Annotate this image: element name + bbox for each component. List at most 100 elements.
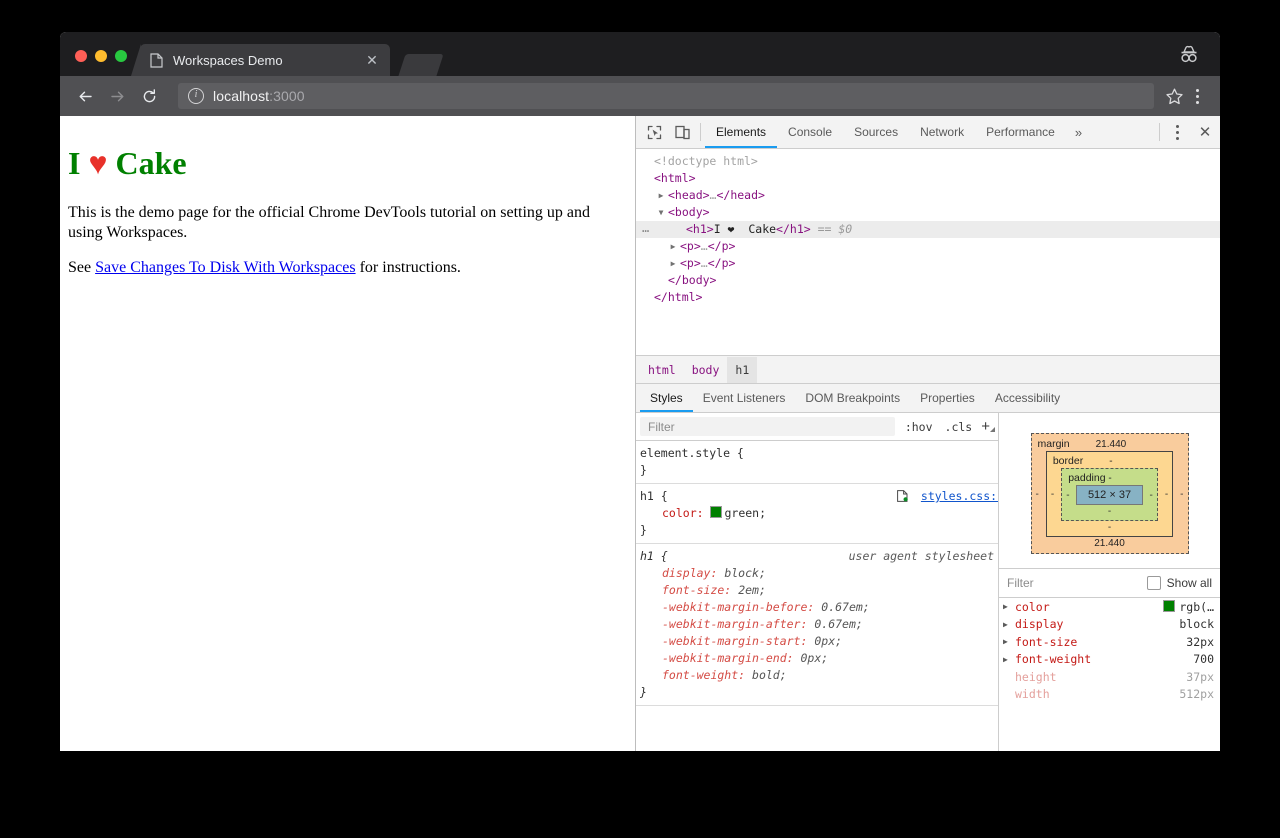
tab-dom-breakpoints[interactable]: DOM Breakpoints <box>795 384 910 412</box>
reload-icon[interactable] <box>136 83 162 109</box>
chevron-down-icon[interactable]: ▼ <box>655 204 667 221</box>
h1-selection-marker: == $0 <box>817 222 853 236</box>
devtools-close-icon[interactable]: ✕ <box>1190 116 1220 148</box>
breadcrumb-item-h1[interactable]: h1 <box>727 356 758 383</box>
box-model-padding[interactable]: padding - - 512 × 37 - - <box>1061 468 1158 521</box>
tab-dom-breakpoints-label: DOM Breakpoints <box>805 391 901 405</box>
close-icon[interactable]: ✕ <box>364 52 380 68</box>
css-rule-element-style[interactable]: element.style { } <box>636 441 998 484</box>
border-top-value[interactable]: - <box>1109 456 1112 467</box>
styles-filter-input[interactable]: Filter <box>640 417 895 436</box>
workspaces-link[interactable]: Save Changes To Disk With Workspaces <box>95 259 355 276</box>
new-style-rule-button[interactable]: + <box>978 418 998 435</box>
body-open-text: <body> <box>668 205 710 219</box>
margin-right-value[interactable]: - <box>1180 489 1183 500</box>
tab-event-listeners[interactable]: Event Listeners <box>693 384 796 412</box>
show-all-label[interactable]: Show all <box>1167 576 1212 590</box>
border-right-value[interactable]: - <box>1165 489 1168 500</box>
tab-console[interactable]: Console <box>777 116 843 148</box>
inspect-element-icon[interactable] <box>640 116 668 148</box>
computed-row-width[interactable]: width 512px <box>999 686 1220 704</box>
chevron-right-icon[interactable]: ▶ <box>1003 637 1015 646</box>
browser-tab[interactable]: Workspaces Demo ✕ <box>131 44 390 76</box>
back-arrow-icon[interactable] <box>72 83 98 109</box>
dom-tree[interactable]: <!doctype html> <html> ▶ <head>…</head> … <box>636 149 1220 355</box>
stylesheet-source-link[interactable]: styles.css:1 <box>921 488 998 505</box>
computed-row-font-size[interactable]: ▶ font-size 32px <box>999 633 1220 651</box>
paragraph-2-post: for instructions. <box>355 259 461 277</box>
info-circle-icon[interactable]: i <box>188 88 204 104</box>
margin-top-value[interactable]: 21.440 <box>1096 439 1127 450</box>
dom-line-p2[interactable]: ▶ <p>…</p> <box>636 255 1220 272</box>
rule-selector[interactable]: element.style { <box>640 445 998 462</box>
address-bar[interactable]: i localhost:3000 <box>178 83 1154 109</box>
css-rule-h1-author[interactable]: h1 { styles.css:1 color: green;} <box>636 484 998 544</box>
tab-network[interactable]: Network <box>909 116 975 148</box>
computed-row-color[interactable]: ▶ color rgb(… <box>999 598 1220 616</box>
devtools-kebab-menu-icon[interactable] <box>1164 116 1190 148</box>
tab-styles[interactable]: Styles <box>640 384 693 412</box>
border-bottom-value[interactable]: - <box>1047 522 1172 533</box>
new-tab-button[interactable] <box>398 54 444 76</box>
computed-row-height[interactable]: height 37px <box>999 668 1220 686</box>
dom-line-body-close[interactable]: </body> <box>636 272 1220 289</box>
page-paragraph-1: This is the demo page for the official C… <box>68 204 591 241</box>
dom-line-head[interactable]: ▶ <head>…</head> <box>636 187 1220 204</box>
chevron-right-icon[interactable]: ▶ <box>667 238 679 255</box>
box-model-content[interactable]: 512 × 37 <box>1075 485 1144 505</box>
dom-line-h1-selected[interactable]: … <h1>I ❤ Cake</h1> == $0 <box>636 221 1220 238</box>
star-icon[interactable] <box>1162 84 1186 108</box>
box-model-margin[interactable]: margin 21.440 - border - - padding - - 5… <box>1030 433 1189 554</box>
dom-line-p1[interactable]: ▶ <p>…</p> <box>636 238 1220 255</box>
heart-icon: ♥ <box>88 145 108 181</box>
tab-performance[interactable]: Performance <box>975 116 1066 148</box>
css-rule-h1-useragent[interactable]: h1 { user agent stylesheet display: bloc… <box>636 544 998 706</box>
hov-button[interactable]: :hov <box>899 420 939 434</box>
dom-line-html-open[interactable]: <html> <box>636 170 1220 187</box>
tab-sources[interactable]: Sources <box>843 116 909 148</box>
kebab-menu-icon[interactable] <box>1186 84 1208 108</box>
chevron-right-icon[interactable]: ▶ <box>655 187 667 204</box>
tab-accessibility[interactable]: Accessibility <box>985 384 1070 412</box>
show-all-checkbox[interactable] <box>1146 576 1161 590</box>
padding-right-value[interactable]: - <box>1149 490 1152 501</box>
dom-line-doctype[interactable]: <!doctype html> <box>636 153 1220 170</box>
incognito-icon <box>1176 44 1202 66</box>
computed-properties-list[interactable]: ▶ color rgb(… ▶ display block ▶ font-siz… <box>999 598 1220 751</box>
padding-bottom-value[interactable]: - <box>1062 506 1157 517</box>
css-declaration-color[interactable]: color: green; <box>640 505 998 522</box>
computed-row-font-weight[interactable]: ▶ font-weight 700 <box>999 651 1220 669</box>
maximize-window-button[interactable] <box>115 50 127 62</box>
chevron-right-icon[interactable]: ▶ <box>667 255 679 272</box>
padding-left-value[interactable]: - <box>1066 490 1069 501</box>
cls-button[interactable]: .cls <box>939 420 979 434</box>
breadcrumb-item-body[interactable]: body <box>684 357 728 383</box>
computed-property-name: width <box>1015 687 1050 702</box>
computed-property-name: height <box>1015 669 1057 684</box>
close-window-button[interactable] <box>75 50 87 62</box>
ellipsis-badge[interactable]: … <box>642 220 650 237</box>
tab-sources-label: Sources <box>854 125 899 139</box>
padding-top-value[interactable]: - <box>1108 473 1111 484</box>
tab-properties[interactable]: Properties <box>910 384 985 412</box>
color-swatch[interactable] <box>710 506 723 518</box>
dom-line-html-close[interactable]: </html> <box>636 289 1220 306</box>
computed-row-display[interactable]: ▶ display block <box>999 616 1220 634</box>
computed-filter-input[interactable]: Filter <box>1007 576 1147 590</box>
chevron-double-right-icon[interactable]: » <box>1066 116 1091 148</box>
chevron-right-icon[interactable]: ▶ <box>1003 602 1015 611</box>
breadcrumb-item-html[interactable]: html <box>640 357 684 383</box>
css-declaration-display: display: block; <box>640 565 998 582</box>
css-rules-list[interactable]: element.style { } h1 {styles.css:1 colo… <box>636 441 998 751</box>
declaration-value[interactable]: green; <box>724 506 766 520</box>
toolbar-divider-2 <box>1159 123 1160 141</box>
margin-bottom-value[interactable]: 21.440 <box>1032 538 1188 549</box>
chevron-right-icon[interactable]: ▶ <box>1003 620 1015 629</box>
chevron-right-icon[interactable]: ▶ <box>1003 655 1015 664</box>
tab-elements[interactable]: Elements <box>705 116 778 148</box>
dom-line-body-open[interactable]: ▼ <body> <box>636 204 1220 221</box>
device-toolbar-icon[interactable] <box>668 116 696 148</box>
box-model-border[interactable]: border - - padding - - 512 × 37 - - - - <box>1045 451 1174 537</box>
minimize-window-button[interactable] <box>95 50 107 62</box>
forward-arrow-icon[interactable] <box>104 83 130 109</box>
